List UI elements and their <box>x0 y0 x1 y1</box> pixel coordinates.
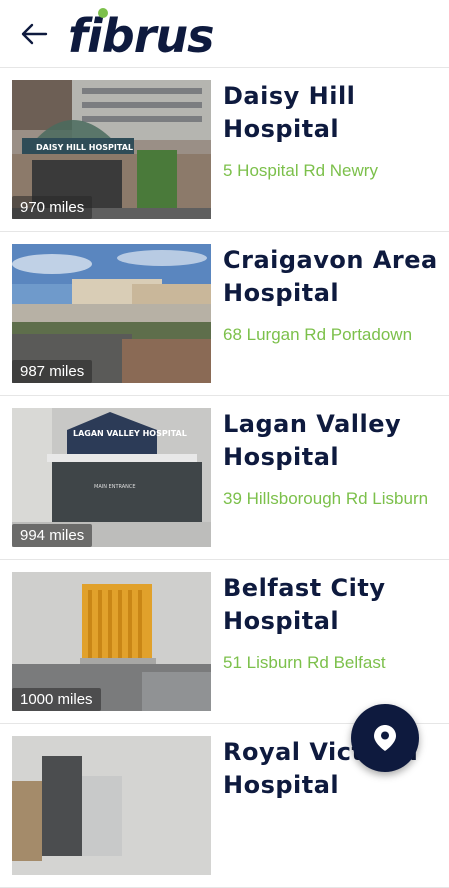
map-pin-icon <box>374 725 396 751</box>
sign-text: LAGAN VALLEY HOSPITAL <box>73 429 187 438</box>
hospital-address: 68 Lurgan Rd Portadown <box>223 325 413 344</box>
hospital-name: Craigavon Area Hospital <box>223 246 438 307</box>
app-header: fibrus <box>0 0 449 68</box>
hospital-name: Lagan Valley Hospital <box>223 410 402 471</box>
svg-text:fibrus: fibrus <box>68 9 214 63</box>
hospital-name: Belfast City Hospital <box>223 574 386 635</box>
distance-badge: 994 miles <box>12 524 93 547</box>
hospital-address: 51 Lisburn Rd Belfast <box>223 653 386 672</box>
distance-badge: 970 miles <box>12 196 93 219</box>
hospital-address: 5 Hospital Rd Newry <box>223 161 378 180</box>
sign-text-2: MAIN ENTRANCE <box>94 484 136 490</box>
list-item[interactable]: 987 miles Craigavon Area Hospital 68 Lur… <box>0 232 449 396</box>
list-item[interactable]: LAGAN VALLEY HOSPITAL MAIN ENTRANCE 994 … <box>0 396 449 560</box>
hospital-name: Daisy Hill Hospital <box>223 82 356 143</box>
list-item[interactable]: 1000 miles Belfast City Hospital 51 Lisb… <box>0 560 449 724</box>
list-item[interactable]: DAISY HILL HOSPITAL 970 miles Daisy Hill… <box>0 68 449 232</box>
fibrus-logo: fibrus <box>68 8 215 63</box>
hospital-address: 39 Hillsborough Rd Lisburn <box>223 489 429 508</box>
map-button[interactable] <box>351 704 419 772</box>
arrow-left-icon[interactable] <box>18 18 50 50</box>
distance-badge: 987 miles <box>12 360 93 383</box>
hospital-photo <box>12 736 211 875</box>
sign-text: DAISY HILL HOSPITAL <box>36 143 133 152</box>
distance-badge: 1000 miles <box>12 688 101 711</box>
